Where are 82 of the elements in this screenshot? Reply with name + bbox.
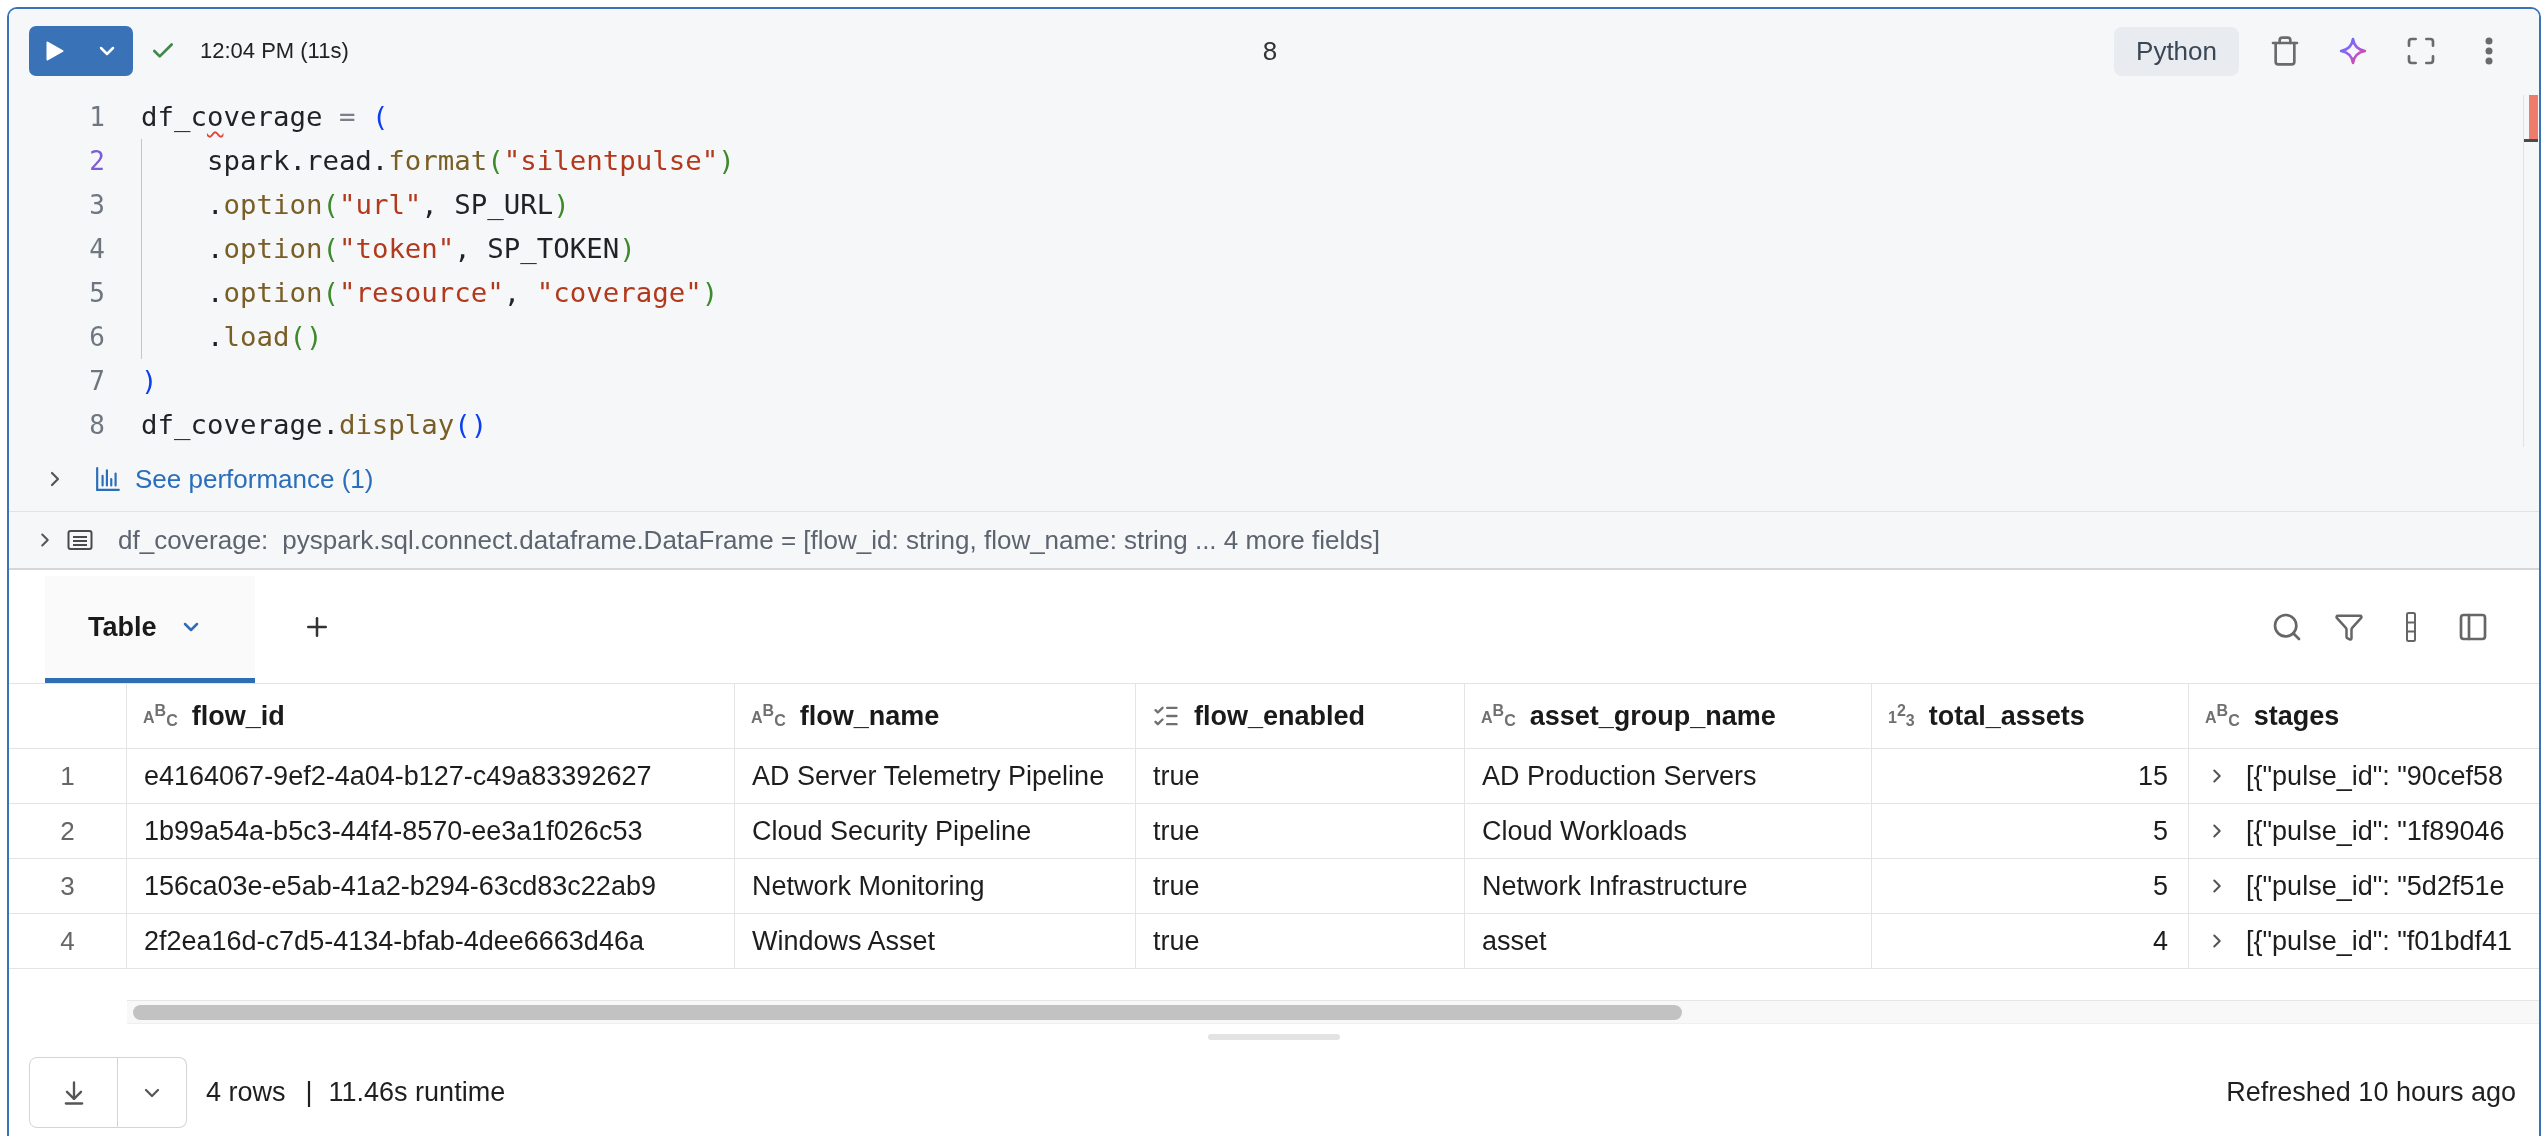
column-name[interactable]: flow_id [191,700,285,732]
line-number: 6 [88,322,105,352]
fullscreen-icon [2405,35,2437,67]
run-status-text: 12:04 PM (11s) [200,38,349,64]
stages-value: [{"pulse_id": "1f89046 [2246,815,2505,847]
number-type-icon: 123 [1888,703,1915,729]
separator-text: | [305,1077,313,1108]
sparkle-icon [2338,36,2368,66]
table-cell: 5 [1872,859,2189,914]
table-icon [67,529,93,551]
table-cell: true [1136,914,1465,969]
code-line: .load() [141,315,323,359]
more-icon [2485,37,2493,65]
view-tab[interactable]: Table [45,576,255,683]
column-name[interactable]: flow_name [799,700,940,732]
table-cell: asset [1465,914,1872,969]
code-line: .option("url", SP_URL) [141,183,570,227]
error-marker [2529,95,2538,139]
code-line: .option("token", SP_TOKEN) [141,227,636,271]
horizontal-scrollbar[interactable] [127,1000,2539,1024]
language-button[interactable]: Python [2114,26,2239,76]
table-cell: AD Server Telemetry Pipeline [735,749,1136,804]
bar-chart-icon [95,466,121,492]
table-cell: Cloud Security Pipeline [735,804,1136,859]
row-number: 1 [9,749,127,804]
see-performance-link[interactable]: See performance (1) [135,463,374,495]
table-cell: Cloud Workloads [1465,804,1872,859]
cursor-marker [2524,139,2538,142]
table-cell: true [1136,749,1465,804]
stages-value: [{"pulse_id": "f01bdf41 [2246,925,2512,957]
table-cell: true [1136,859,1465,914]
line-number: 2 [88,146,105,176]
column-name[interactable]: flow_enabled [1194,700,1366,732]
table-cell: 156ca03e-e5ab-41a2-b294-63cd83c22ab9 [127,859,735,914]
command-number: 8 [1262,35,1278,67]
table-cell: e4164067-9ef2-4a04-b127-c49a83392627 [127,749,735,804]
table-cell: AD Production Servers [1465,749,1872,804]
scrollbar-thumb[interactable] [133,1004,1682,1020]
table-cell: Windows Asset [735,914,1136,969]
run-options-button[interactable] [81,26,133,76]
table-cell: 1b99a54a-b5c3-44f4-8570-ee3a1f026c53 [127,804,735,859]
column-name[interactable]: stages [2253,700,2340,732]
row-number: 3 [9,859,127,914]
stages-value: [{"pulse_id": "5d2f51e [2246,870,2505,902]
line-number: 3 [88,190,105,220]
variable-type: pyspark.sql.connect.dataframe.DataFrame = [flow_id: string, flow_name: string ... 4 more fields] [282,524,1380,556]
resize-handle[interactable] [1208,1034,1340,1040]
text-type-icon: ABC [751,703,786,729]
text-type-icon: ABC [2205,703,2240,729]
table-cell: 5 [1872,804,2189,859]
stages-value: [{"pulse_id": "90cef58 [2246,760,2503,792]
code-line: df_coverage = ( [141,100,389,134]
text-type-icon: ABC [1481,703,1516,729]
run-button[interactable] [29,26,81,76]
variable-name: df_coverage: [118,524,269,556]
table-cell: true [1136,804,1465,859]
code-line: spark.read.format("silentpulse") [141,139,735,183]
table-cell: Network Infrastructure [1465,859,1872,914]
table-cell: Network Monitoring [735,859,1136,914]
row-count: 4 rows [206,1077,286,1108]
line-number: 5 [88,278,105,308]
code-line: ) [141,364,158,398]
segmented-bar-icon [2406,611,2416,642]
download-button[interactable] [29,1057,118,1128]
text-type-icon: ABC [143,703,178,729]
play-icon [46,41,64,61]
column-name[interactable]: asset_group_name [1529,700,1776,732]
runtime-text: 11.46s runtime [328,1077,506,1108]
table-cell: 4 [1872,914,2189,969]
table-cell: 15 [1872,749,2189,804]
refreshed-text: Refreshed 10 hours ago [2226,1077,2516,1108]
line-number: 1 [88,102,105,132]
code-line: df_coverage.display() [141,408,488,442]
trash-icon [2269,35,2301,67]
line-number: 7 [88,366,105,396]
line-number: 8 [88,410,105,440]
line-number: 4 [88,234,105,264]
row-number: 2 [9,804,127,859]
code-line: .option("resource", "coverage") [141,271,719,315]
row-number: 4 [9,914,127,969]
table-cell: 2f2ea16d-c7d5-4134-bfab-4dee6663d46a [127,914,735,969]
column-name[interactable]: total_assets [1928,700,2085,732]
